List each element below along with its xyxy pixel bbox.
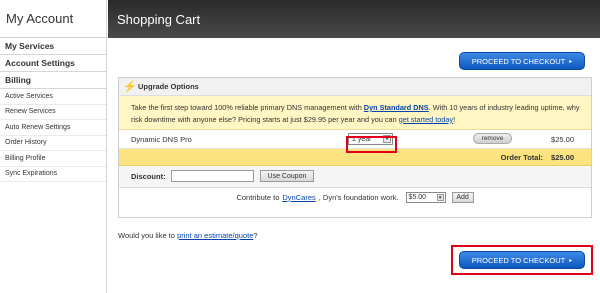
discount-row: Discount: Use Coupon [119, 166, 591, 188]
sidebar-item-billing[interactable]: Billing [0, 72, 106, 89]
sidebar-item-billing-profile[interactable]: Billing Profile [0, 151, 106, 167]
promo-text: Take the first step toward 100% reliable… [131, 103, 364, 112]
arrow-right-icon: ▸ [569, 257, 573, 264]
sidebar-item-active-services[interactable]: Active Services [0, 89, 106, 105]
contribute-suffix: , Dyn's foundation work. [318, 192, 399, 202]
remove-button[interactable]: remove [473, 133, 512, 144]
estimate-suffix: ? [253, 231, 258, 240]
lightning-icon: ⚡ [123, 80, 137, 93]
sidebar-item-renew-services[interactable]: Renew Services [0, 105, 106, 120]
order-total-value: $25.00 [551, 152, 574, 162]
contribution-amount-value: $5.00 [408, 193, 427, 201]
sidebar-item-order-history[interactable]: Order History [0, 136, 106, 151]
estimate-line: Would you like to print an estimate/quot… [118, 231, 258, 240]
sidebar-title: My Account [0, 0, 106, 38]
promo-banner: Take the first step toward 100% reliable… [119, 96, 591, 130]
use-coupon-button[interactable]: Use Coupon [260, 170, 314, 182]
print-estimate-link[interactable]: print an estimate/quote [177, 231, 253, 240]
estimate-prefix: Would you like to [118, 231, 178, 240]
order-total-label: Order Total: [500, 152, 544, 162]
sidebar-item-auto-renew-settings[interactable]: Auto Renew Settings [0, 120, 106, 136]
discount-input[interactable] [171, 170, 254, 182]
upgrade-options-title: Upgrade Options [138, 82, 199, 91]
proceed-to-checkout-button-top[interactable]: PROCEED TO CHECKOUT ▸ [459, 52, 585, 70]
promo-text-end: ! [453, 114, 456, 124]
upgrade-options-header: ⚡ Upgrade Options [119, 78, 591, 96]
get-started-link[interactable]: get started today [399, 115, 453, 124]
add-contribution-button[interactable]: Add [451, 191, 474, 203]
chevron-down-icon: ▼ [436, 193, 444, 201]
checkout-label: PROCEED TO CHECKOUT [471, 255, 566, 265]
contribution-amount-select[interactable]: $5.00 ▼ [405, 191, 446, 203]
proceed-to-checkout-button-bottom[interactable]: PROCEED TO CHECKOUT ▸ [459, 251, 585, 269]
cart-item-name: Dynamic DNS Pro [131, 135, 192, 144]
term-select-highlight [346, 136, 397, 153]
contribute-row: Contribute to DynCares, Dyn's foundation… [119, 188, 591, 206]
dyn-standard-dns-link[interactable]: Dyn Standard DNS [364, 103, 429, 112]
checkout-label: PROCEED TO CHECKOUT [471, 56, 566, 66]
cart-item-price: $25.00 [551, 135, 574, 144]
discount-label: Discount: [131, 172, 166, 181]
sidebar-item-account-settings[interactable]: Account Settings [0, 55, 106, 72]
sidebar-item-my-services[interactable]: My Services [0, 38, 106, 55]
dyncares-link[interactable]: DynCares [282, 193, 315, 202]
page-title: Shopping Cart [108, 0, 600, 38]
sidebar: My Account My Services Account Settings … [0, 0, 107, 293]
sidebar-item-sync-expirations[interactable]: Sync Expirations [0, 167, 106, 182]
arrow-right-icon: ▸ [569, 58, 573, 65]
contribute-prefix: Contribute to [236, 192, 280, 202]
